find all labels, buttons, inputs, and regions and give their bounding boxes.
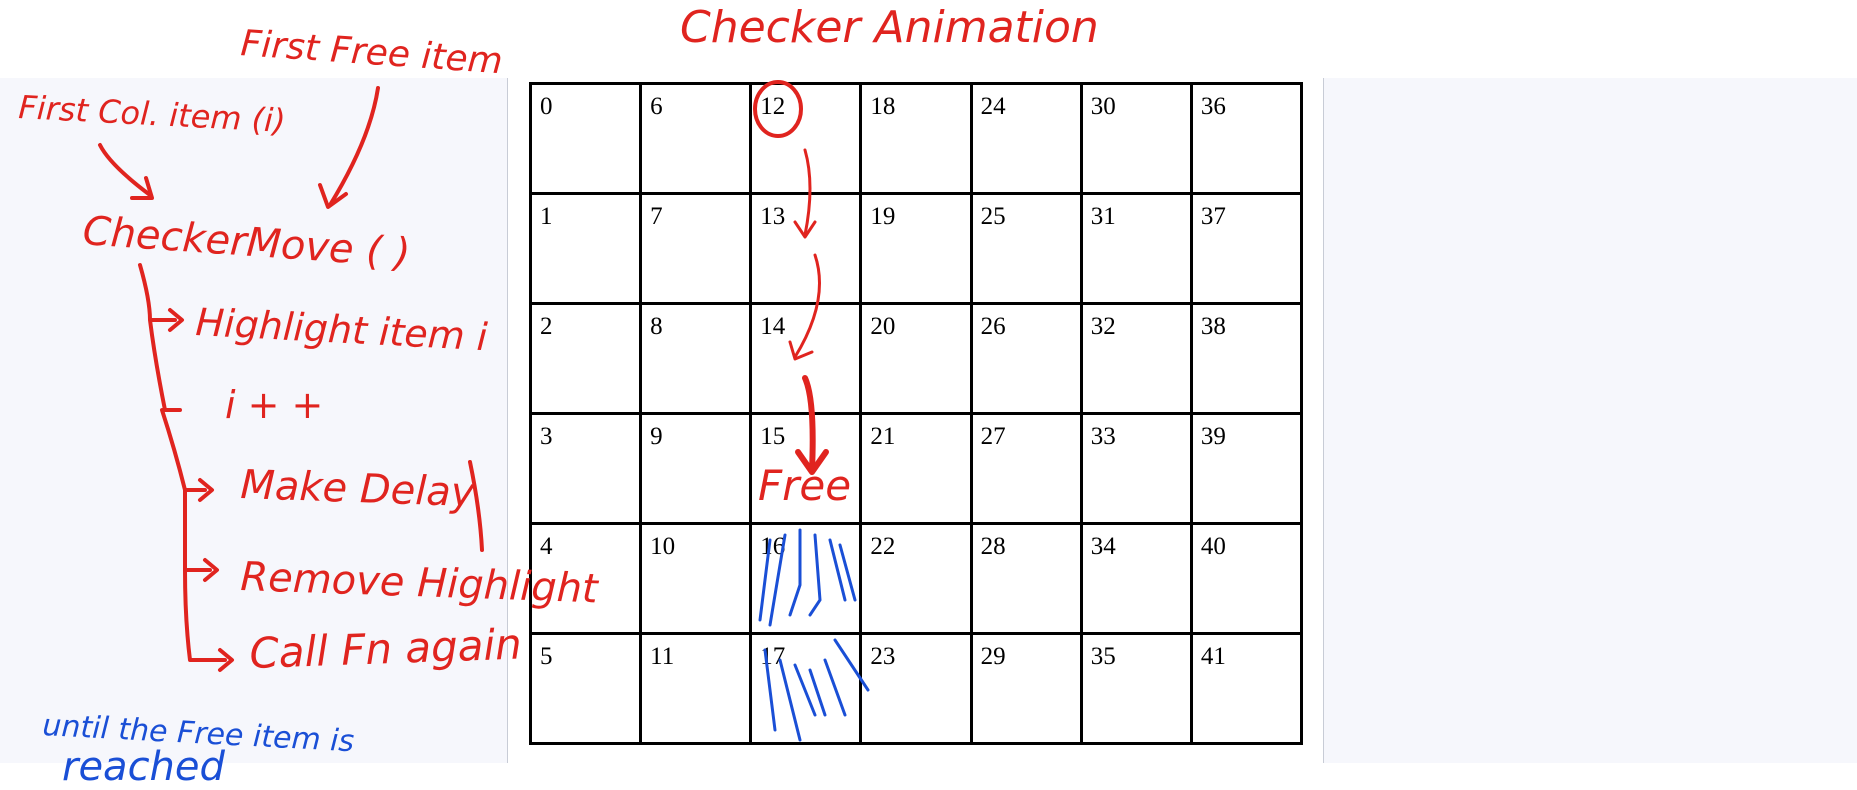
grid-cell[interactable]: 0 bbox=[528, 82, 643, 195]
grid-cell[interactable]: 31 bbox=[1079, 192, 1193, 305]
grid-cell[interactable]: 38 bbox=[1189, 302, 1304, 415]
grid-cell[interactable]: 32 bbox=[1079, 302, 1193, 415]
grid-cell[interactable]: 39 bbox=[1189, 412, 1304, 525]
left-panel bbox=[0, 78, 508, 763]
grid-cell[interactable]: 2 bbox=[528, 302, 643, 415]
grid-cell[interactable]: 29 bbox=[969, 632, 1083, 745]
grid-cell[interactable]: 26 bbox=[969, 302, 1083, 415]
grid-cell[interactable]: 15 bbox=[749, 412, 863, 525]
grid-cell[interactable]: 3 bbox=[528, 412, 643, 525]
grid-cell[interactable]: 21 bbox=[859, 412, 973, 525]
grid-cell[interactable]: 34 bbox=[1079, 522, 1193, 635]
grid-cell[interactable]: 19 bbox=[859, 192, 973, 305]
annotation-title: Checker Animation bbox=[680, 2, 1099, 53]
grid-cell[interactable]: 28 bbox=[969, 522, 1083, 635]
grid-cell[interactable]: 23 bbox=[859, 632, 973, 745]
grid-cell[interactable]: 27 bbox=[969, 412, 1083, 525]
grid-cell[interactable]: 10 bbox=[639, 522, 753, 635]
grid-cell[interactable]: 4 bbox=[528, 522, 643, 635]
grid-cell[interactable]: 18 bbox=[859, 82, 973, 195]
grid-cell[interactable]: 22 bbox=[859, 522, 973, 635]
grid-cell[interactable]: 1 bbox=[528, 192, 643, 305]
grid-cell[interactable]: 5 bbox=[528, 632, 643, 745]
grid-cell[interactable]: 37 bbox=[1189, 192, 1304, 305]
grid-cell[interactable]: 7 bbox=[639, 192, 753, 305]
grid-cell[interactable]: 33 bbox=[1079, 412, 1193, 525]
annotation-first-free-item: First Free item bbox=[239, 23, 504, 82]
right-panel bbox=[1323, 78, 1857, 763]
grid-cell[interactable]: 24 bbox=[969, 82, 1083, 195]
grid-cell[interactable]: 14 bbox=[749, 302, 863, 415]
grid-cell[interactable]: 8 bbox=[639, 302, 753, 415]
grid-row: 0 6 12 18 24 30 36 bbox=[528, 82, 1304, 195]
grid-cell[interactable]: 13 bbox=[749, 192, 863, 305]
grid-cell[interactable]: 40 bbox=[1189, 522, 1304, 635]
grid-cell[interactable]: 35 bbox=[1079, 632, 1193, 745]
grid-cell[interactable]: 36 bbox=[1189, 82, 1304, 195]
grid-cell[interactable]: 41 bbox=[1189, 632, 1304, 745]
grid-cell[interactable]: 17 bbox=[749, 632, 863, 745]
grid-cell[interactable]: 12 bbox=[749, 82, 863, 195]
grid-row: 2 8 14 20 26 32 38 bbox=[528, 302, 1304, 415]
grid-cell[interactable]: 20 bbox=[859, 302, 973, 415]
grid-cell[interactable]: 25 bbox=[969, 192, 1083, 305]
grid-row: 3 9 15 21 27 33 39 bbox=[528, 412, 1304, 525]
grid-cell[interactable]: 30 bbox=[1079, 82, 1193, 195]
grid-row: 5 11 17 23 29 35 41 bbox=[528, 632, 1304, 745]
checker-grid: 0 6 12 18 24 30 36 1 7 13 19 25 31 37 2 … bbox=[528, 82, 1304, 745]
grid-cell[interactable]: 9 bbox=[639, 412, 753, 525]
grid-row: 4 10 16 22 28 34 40 bbox=[528, 522, 1304, 635]
grid-cell[interactable]: 16 bbox=[749, 522, 863, 635]
grid-row: 1 7 13 19 25 31 37 bbox=[528, 192, 1304, 305]
grid-cell[interactable]: 11 bbox=[639, 632, 753, 745]
grid-cell[interactable]: 6 bbox=[639, 82, 753, 195]
